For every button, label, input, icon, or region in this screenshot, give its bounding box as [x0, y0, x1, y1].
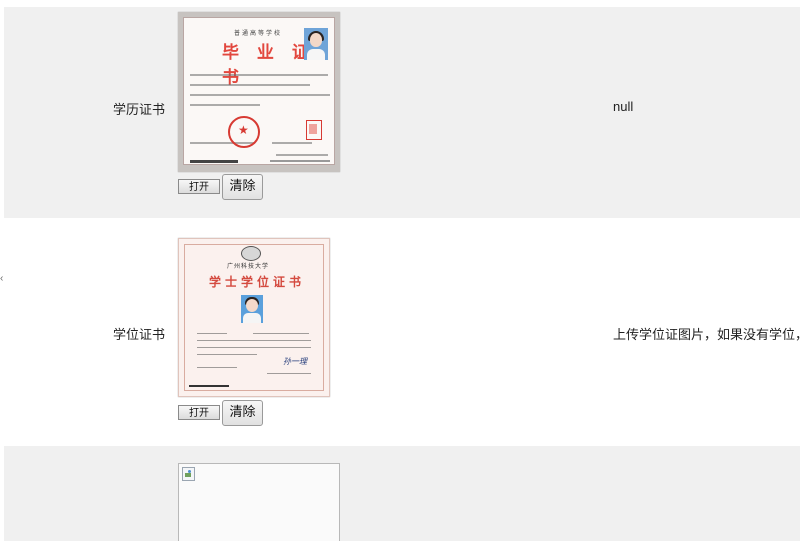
field-label: 学位证书 — [113, 327, 166, 342]
id-photo — [241, 295, 263, 323]
certificate-school: 普通高等学校 — [234, 31, 283, 37]
image-placeholder — [178, 463, 340, 541]
form-row-diploma: 学历证书 普通高等学校 毕 业 证 书 ★ 打开 清除 null — [4, 7, 800, 218]
degree-image: 广州科技大学 学士学位证书 孙一理 — [178, 238, 330, 397]
field-note: null — [613, 99, 634, 114]
clear-button[interactable]: 清除 — [222, 174, 263, 200]
form-row-other — [4, 446, 800, 541]
clear-button[interactable]: 清除 — [222, 400, 263, 426]
certificate-school: 广州科技大学 — [227, 264, 270, 270]
open-button[interactable]: 打开 — [178, 179, 220, 194]
open-button[interactable]: 打开 — [178, 405, 220, 420]
school-emblem-icon — [241, 246, 261, 261]
form-row-degree: 学位证书 广州科技大学 学士学位证书 孙一理 打开 清除 上传学位证图片，如果没… — [4, 219, 800, 445]
diploma-image: 普通高等学校 毕 业 证 书 ★ — [178, 12, 340, 172]
broken-image-icon — [182, 467, 195, 481]
field-label: 学历证书 — [113, 102, 166, 117]
stamp-icon — [306, 120, 322, 140]
upload-form: ‹ 学历证书 普通高等学校 毕 业 证 书 ★ 打开 清除 null 学位证书 … — [0, 0, 800, 541]
official-seal-icon: ★ — [228, 116, 260, 148]
id-photo — [304, 28, 328, 60]
field-note: 上传学位证图片，如果没有学位， — [613, 327, 800, 342]
signature: 孙一理 — [283, 357, 307, 366]
certificate-title: 学士学位证书 — [209, 275, 306, 289]
